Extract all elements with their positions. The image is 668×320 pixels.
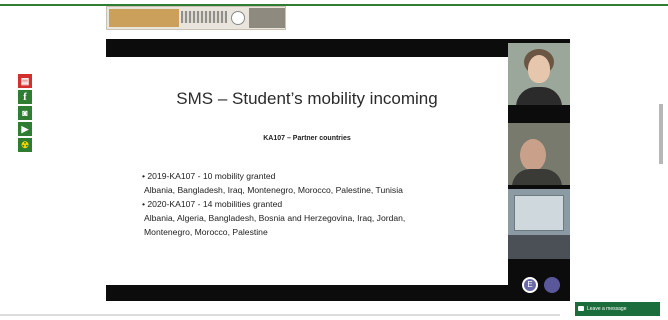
participant-video-tile[interactable] [508, 43, 570, 105]
banner-logo [109, 9, 179, 27]
header-banner[interactable] [106, 6, 286, 30]
leave-message-label: Leave a message [587, 306, 627, 312]
chat-icon [578, 306, 584, 311]
participant-face [528, 55, 550, 83]
facebook-icon[interactable]: f [18, 90, 32, 104]
bullet-char: • [142, 171, 146, 181]
participant-face [520, 139, 546, 171]
bullet-heading: 2019-KA107 - 10 mobility granted [147, 171, 276, 181]
scroll-thumb[interactable] [659, 104, 663, 164]
bullet-countries: Albania, Algeria, Bangladesh, Bosnia and… [144, 213, 406, 223]
slide-title: SMS – Student’s mobility incoming [176, 89, 438, 108]
video-call-frame: SMS – Student’s mobility incoming KA107 … [106, 39, 570, 301]
participant-video-tile[interactable] [508, 123, 570, 185]
participant-body [516, 87, 562, 105]
banner-photo [249, 8, 285, 28]
participant-avatar[interactable] [544, 277, 560, 293]
bullet-char: • [142, 199, 146, 209]
participant-body [512, 169, 562, 185]
bullet-item: • 2020-KA107 - 14 mobilities granted [142, 197, 502, 211]
presentation-slide: SMS – Student’s mobility incoming KA107 … [106, 57, 508, 285]
participant-video-tile[interactable] [508, 189, 570, 259]
youtube-icon[interactable]: ▶ [18, 122, 32, 136]
social-share-bar: ▤ f ◙ ▶ ☢ [18, 74, 32, 154]
bottom-divider [0, 314, 560, 316]
pdf-icon[interactable]: ▤ [18, 74, 32, 88]
banner-badge [231, 11, 245, 25]
leave-message-button[interactable]: Leave a message [575, 302, 660, 316]
page-scrollbar[interactable] [654, 6, 664, 306]
participant-video-strip: E [508, 39, 570, 301]
bullet-countries: Montenegro, Morocco, Palestine [144, 227, 268, 237]
slide-body: • 2019-KA107 - 10 mobility granted Alban… [142, 169, 502, 239]
participant-avatar[interactable]: E [522, 277, 538, 293]
banner-text-graphic [181, 11, 227, 23]
camera-icon[interactable]: ◙ [18, 106, 32, 120]
bullet-heading: 2020-KA107 - 14 mobilities granted [147, 199, 283, 209]
room-window [514, 195, 564, 231]
hazard-icon[interactable]: ☢ [18, 138, 32, 152]
bullet-item: • 2019-KA107 - 10 mobility granted [142, 169, 502, 183]
room-desk [508, 235, 570, 259]
top-green-rule [0, 0, 668, 6]
bullet-countries: Albania, Bangladesh, Iraq, Montenegro, M… [144, 185, 403, 195]
slide-subtitle: KA107 – Partner countries [263, 135, 351, 142]
